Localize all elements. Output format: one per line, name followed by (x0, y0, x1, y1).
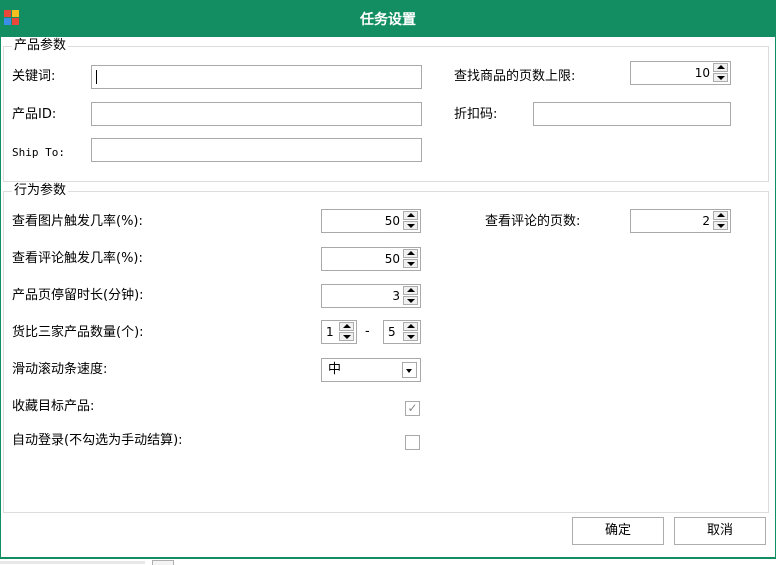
product-params-title: 产品参数 (12, 38, 69, 54)
view-review-rate-spinner[interactable] (403, 249, 419, 269)
discount-code-input[interactable] (533, 102, 731, 126)
favorite-target-label: 收藏目标产品: (12, 399, 95, 414)
stay-duration-label: 产品页停留时长(分钟): (12, 288, 144, 303)
chevron-down-icon[interactable] (402, 362, 417, 378)
stay-duration-spinner[interactable] (403, 286, 419, 306)
product-params-group: 产品参数 关键词: 查找商品的页数上限: 10 产品ID: 折扣码: Ship … (3, 38, 769, 182)
title-bar: 任务设置 (0, 0, 776, 37)
auto-login-label: 自动登录(不勾选为手动结算): (12, 433, 183, 448)
keyword-label: 关键词: (12, 69, 56, 84)
view-image-rate-value: 50 (384, 214, 400, 228)
view-review-rate-stepper[interactable]: 50 (321, 247, 421, 271)
max-pages-label: 查找商品的页数上限: (454, 69, 576, 84)
view-review-rate-label: 查看评论触发几率(%): (12, 251, 143, 266)
spin-up-icon[interactable] (403, 322, 418, 331)
compare-min-stepper[interactable]: 1 (321, 320, 357, 344)
text-caret (96, 70, 97, 84)
scroll-speed-value: 中 (328, 362, 342, 377)
view-review-rate-value: 50 (384, 252, 400, 266)
taskbar-strip (0, 559, 776, 565)
compare-min-value: 1 (326, 325, 334, 339)
product-id-input[interactable] (91, 102, 422, 126)
spin-down-icon[interactable] (339, 332, 354, 341)
product-id-label: 产品ID: (12, 107, 57, 122)
stay-duration-value: 3 (392, 289, 400, 303)
favorite-target-checkbox[interactable]: ✓ (405, 401, 420, 416)
scroll-speed-select[interactable]: 中 (321, 358, 421, 382)
compare-max-value: 5 (388, 325, 396, 339)
compare-max-stepper[interactable]: 5 (383, 320, 421, 344)
spin-down-icon[interactable] (713, 73, 728, 82)
stay-duration-stepper[interactable]: 3 (321, 284, 421, 308)
max-pages-spinner[interactable] (713, 63, 729, 83)
cancel-button[interactable]: 取消 (674, 517, 766, 545)
compare-count-label: 货比三家产品数量(个): (12, 325, 144, 340)
max-pages-stepper[interactable]: 10 (630, 61, 731, 85)
review-pages-value: 2 (702, 214, 710, 228)
review-pages-spinner[interactable] (713, 211, 729, 231)
spin-down-icon[interactable] (713, 221, 728, 230)
spin-down-icon[interactable] (403, 221, 418, 230)
spin-down-icon[interactable] (403, 259, 418, 268)
taskbar-item[interactable] (0, 561, 145, 564)
behavior-params-title: 行为参数 (12, 183, 69, 199)
auto-login-checkbox[interactable] (405, 435, 420, 450)
spin-up-icon[interactable] (339, 322, 354, 331)
scroll-speed-label: 滑动滚动条速度: (12, 362, 108, 377)
spin-up-icon[interactable] (713, 63, 728, 72)
review-pages-stepper[interactable]: 2 (630, 209, 731, 233)
spin-up-icon[interactable] (713, 211, 728, 220)
dialog-body: 产品参数 关键词: 查找商品的页数上限: 10 产品ID: 折扣码: Ship … (0, 37, 776, 557)
view-image-rate-spinner[interactable] (403, 211, 419, 231)
spin-up-icon[interactable] (403, 286, 418, 295)
compare-max-spinner[interactable] (403, 322, 419, 342)
ship-to-input[interactable] (91, 138, 422, 162)
compare-min-spinner[interactable] (339, 322, 355, 342)
discount-code-label: 折扣码: (454, 107, 498, 122)
spin-up-icon[interactable] (403, 249, 418, 258)
behavior-params-group: 行为参数 查看图片触发几率(%): 50 查看评论的页数: 2 查看评论触发几率… (3, 183, 769, 513)
review-pages-label: 查看评论的页数: (485, 214, 581, 229)
taskbar-button[interactable] (152, 560, 174, 565)
ok-button[interactable]: 确定 (572, 517, 664, 545)
keyword-input[interactable] (91, 65, 422, 89)
spin-up-icon[interactable] (403, 211, 418, 220)
spin-down-icon[interactable] (403, 332, 418, 341)
window-title: 任务设置 (360, 12, 416, 28)
view-image-rate-label: 查看图片触发几率(%): (12, 214, 143, 229)
view-image-rate-stepper[interactable]: 50 (321, 209, 421, 233)
spin-down-icon[interactable] (403, 296, 418, 305)
range-separator: - (365, 324, 370, 339)
ship-to-label: Ship To: (12, 146, 65, 159)
max-pages-value: 10 (694, 66, 710, 80)
checkmark-icon: ✓ (407, 401, 418, 415)
